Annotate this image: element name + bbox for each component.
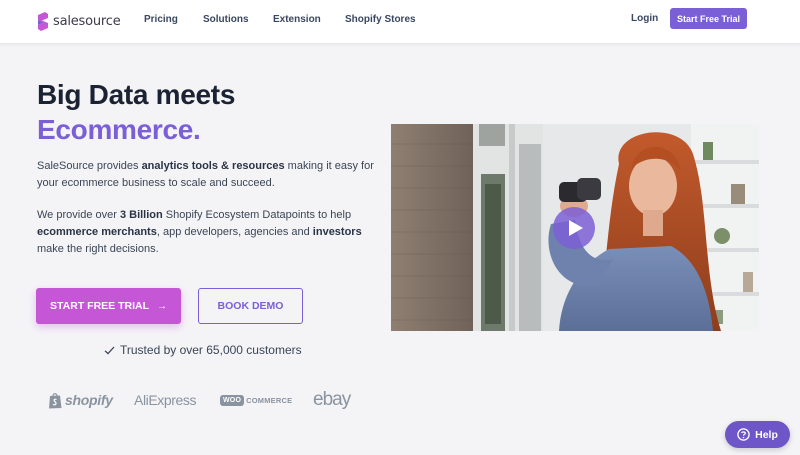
logo-text: salesource (53, 13, 121, 29)
woo-badge: WOO (220, 394, 245, 406)
question-circle-icon (737, 428, 750, 441)
nav-link-shopify-stores[interactable]: Shopify Stores (345, 14, 416, 25)
salesource-logo-icon (38, 11, 48, 31)
shopify-logo: shopify (48, 391, 113, 409)
checkmark-icon (104, 346, 115, 355)
video-play-button[interactable] (553, 207, 595, 249)
para2-highlight-billion: 3 Billion (119, 209, 163, 221)
para2-highlight-merchants: ecommerce merchants (37, 226, 157, 238)
para2-highlight-investors: investors (312, 226, 362, 238)
para2-text-g: make the right decisions. (37, 243, 159, 255)
woocommerce-wordmark: COMMERCE (246, 395, 293, 405)
nav-link-pricing[interactable]: Pricing (144, 14, 178, 25)
nav-start-free-trial-button[interactable]: Start Free Trial (670, 8, 747, 29)
shopify-wordmark: shopify (65, 392, 113, 408)
para2-text-c: Shopify Ecosystem Datapoints to help (162, 209, 352, 221)
hero-description: SaleSource provides analytics tools & re… (37, 158, 387, 192)
hero-datapoints-text: We provide over 3 Billion Shopify Ecosys… (37, 207, 387, 258)
help-label: Help (755, 428, 778, 441)
para2-text-a: We provide over (37, 209, 120, 221)
ebay-logo: ebay (313, 389, 351, 410)
trusted-customers-note: Trusted by over 65,000 customers (104, 343, 302, 357)
top-navbar: salesource Pricing Solutions Extension S… (0, 0, 800, 44)
woocommerce-logo: WOO COMMERCE (220, 391, 292, 409)
trusted-text: Trusted by over 65,000 customers (120, 343, 302, 357)
hero-title: Big Data meets (37, 79, 236, 110)
aliexpress-logo: AliExpress (134, 392, 197, 408)
help-button[interactable]: Help (725, 421, 790, 448)
arrow-right-icon: → (156, 300, 167, 312)
hero-title-accent: Ecommerce. (37, 114, 201, 145)
nav-link-solutions[interactable]: Solutions (203, 14, 249, 25)
para1-highlight: analytics tools & resources (141, 160, 285, 172)
login-link[interactable]: Login (631, 13, 658, 24)
play-icon (568, 220, 583, 236)
start-free-trial-button[interactable]: START FREE TRIAL → (36, 288, 181, 324)
salesource-logo[interactable]: salesource (37, 11, 121, 31)
book-demo-button[interactable]: BOOK DEMO (198, 288, 303, 324)
nav-link-extension[interactable]: Extension (273, 14, 321, 25)
para1-text-a: SaleSource provides (37, 160, 142, 172)
start-free-trial-label: START FREE TRIAL (50, 300, 149, 312)
shopify-bag-icon (49, 392, 62, 408)
para2-text-e: , app developers, agencies and (156, 226, 313, 238)
